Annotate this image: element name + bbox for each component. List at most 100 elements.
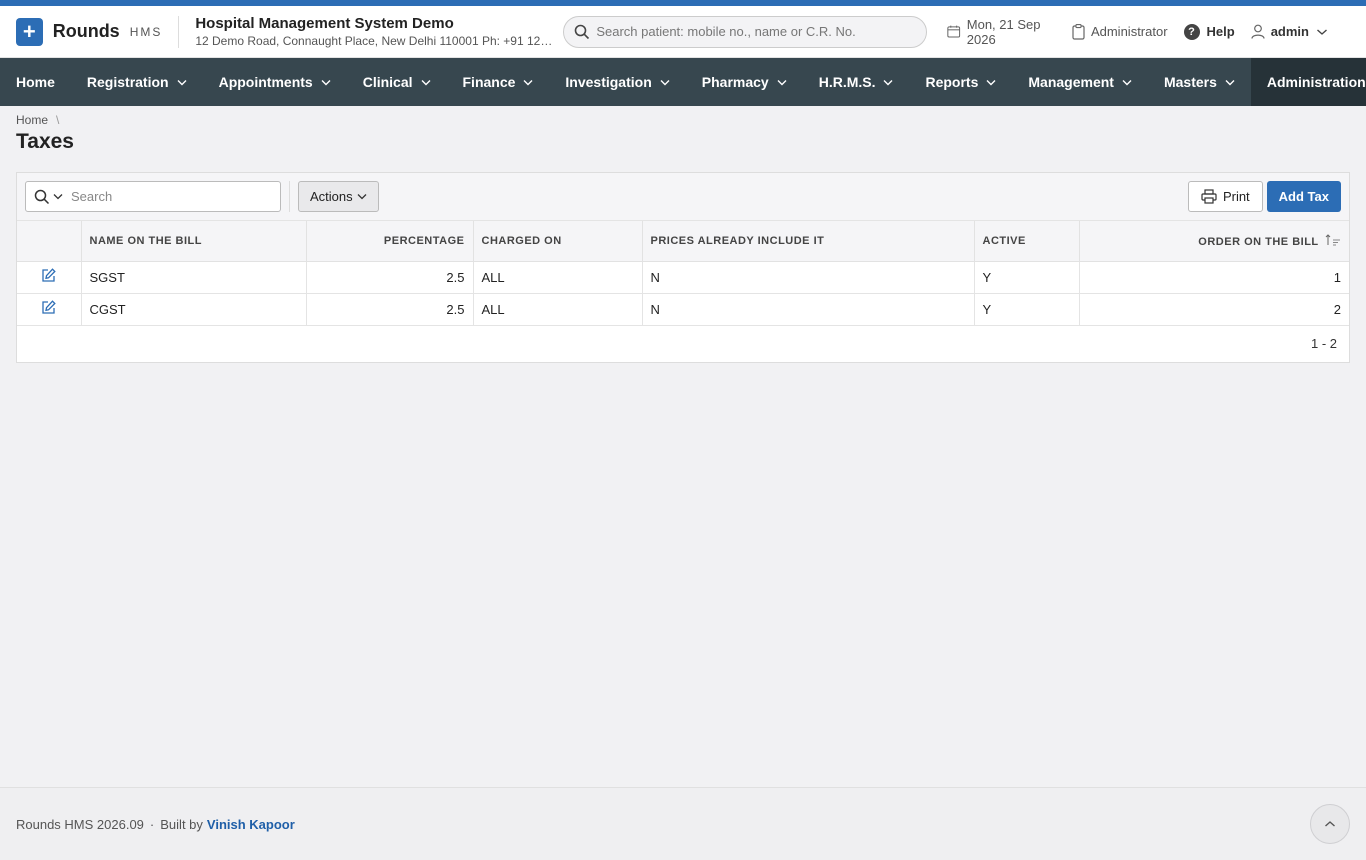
chevron-up-icon (1325, 821, 1335, 827)
table-row: SGST 2.5 ALL N Y 1 (17, 261, 1349, 294)
breadcrumb-home[interactable]: Home (16, 113, 48, 127)
nav-clinical-label: Clinical (362, 74, 413, 90)
cell-charged-on: ALL (473, 293, 643, 326)
toolbar-divider (289, 181, 290, 212)
hospital-info: Hospital Management System Demo 12 Demo … (195, 15, 555, 48)
nav-management[interactable]: Management (1012, 58, 1148, 106)
chevron-down-icon (1122, 79, 1132, 85)
nav-investigation-label: Investigation (565, 74, 652, 90)
chevron-down-icon (1225, 79, 1235, 85)
chevron-down-icon (1317, 28, 1327, 35)
edit-cell (17, 261, 82, 294)
nav-hrms[interactable]: H.R.M.S. (803, 58, 910, 106)
header-right: Mon, 21 Sep 2026 Administrator ? Help ad… (947, 17, 1350, 47)
nav-hrms-label: H.R.M.S. (818, 74, 876, 90)
table-search[interactable] (25, 181, 281, 212)
nav-registration[interactable]: Registration (71, 58, 203, 106)
chevron-down-icon (177, 79, 187, 85)
col-percentage[interactable]: PERCENTAGE (306, 221, 474, 262)
search-icon[interactable] (34, 189, 50, 205)
actions-label: Actions (310, 189, 353, 204)
app-header: + Rounds HMS Hospital Management System … (0, 6, 1366, 58)
header-date: Mon, 21 Sep 2026 (947, 17, 1056, 47)
nav-finance-label: Finance (462, 74, 516, 90)
chevron-down-icon (986, 79, 996, 85)
chevron-down-icon (321, 79, 331, 85)
table-row: CGST 2.5 ALL N Y 2 (17, 293, 1349, 326)
nav-administration[interactable]: Administration (1250, 58, 1366, 106)
logo-plus-icon[interactable]: + (16, 17, 43, 46)
breadcrumb-separator: \ (56, 113, 60, 127)
date-text: Mon, 21 Sep 2026 (966, 16, 1041, 47)
col-prices-include[interactable]: PRICES ALREADY INCLUDE IT (642, 221, 975, 262)
nav-home[interactable]: Home (0, 58, 71, 106)
page-title: Taxes (16, 130, 74, 153)
cell-active: Y (974, 261, 1080, 294)
site-footer: Rounds HMS 2026.09 · Built by Vinish Kap… (0, 787, 1366, 860)
col-name[interactable]: NAME ON THE BILL (81, 221, 307, 262)
print-label: Print (1222, 189, 1250, 204)
header-role[interactable]: Administrator (1072, 23, 1168, 40)
scroll-to-top-button[interactable] (1310, 804, 1350, 844)
chevron-down-icon[interactable] (53, 193, 63, 200)
table-toolbar: Actions Print Add Tax (17, 173, 1349, 221)
hospital-address: 12 Demo Road, Connaught Place, New Delhi… (195, 34, 556, 48)
nav-administration-label: Administration (1266, 74, 1366, 90)
help-link[interactable]: ? Help (1183, 23, 1235, 40)
patient-search-input[interactable] (596, 24, 917, 39)
print-button[interactable]: Print (1187, 181, 1263, 212)
printer-icon (1201, 189, 1217, 204)
cell-prices-include: N (642, 293, 975, 326)
header-divider (178, 15, 180, 48)
footer-author-link[interactable]: Vinish Kapoor (207, 817, 295, 832)
cell-charged-on: ALL (473, 261, 643, 294)
col-charged-on[interactable]: CHARGED ON (473, 221, 643, 262)
footer-built-by: Built by (160, 816, 203, 832)
nav-registration-label: Registration (86, 74, 169, 90)
taxes-table: NAME ON THE BILL PERCENTAGE CHARGED ON P… (17, 221, 1349, 326)
edit-icon[interactable] (41, 268, 56, 283)
nav-finance[interactable]: Finance (447, 58, 550, 106)
calendar-icon (947, 25, 961, 38)
cell-order: 1 (1079, 261, 1349, 294)
help-text: Help (1206, 24, 1235, 39)
user-menu[interactable]: admin (1251, 24, 1334, 39)
col-edit (17, 221, 82, 262)
table-search-input[interactable] (71, 189, 271, 204)
chevron-down-icon (523, 79, 533, 85)
nav-home-label: Home (16, 74, 55, 90)
edit-icon[interactable] (41, 300, 56, 315)
nav-clinical[interactable]: Clinical (347, 58, 447, 106)
brand-name[interactable]: Rounds (53, 21, 120, 42)
cell-percentage: 2.5 (306, 293, 474, 326)
nav-pharmacy[interactable]: Pharmacy (686, 58, 803, 106)
nav-appointments[interactable]: Appointments (203, 58, 347, 106)
footer-dot: · (149, 816, 155, 832)
hospital-name: Hospital Management System Demo (195, 15, 454, 32)
edit-cell (17, 293, 82, 326)
col-order[interactable]: ORDER ON THE BILL (1079, 221, 1349, 262)
actions-button[interactable]: Actions (298, 181, 379, 212)
cell-active: Y (974, 293, 1080, 326)
col-active[interactable]: ACTIVE (974, 221, 1080, 262)
cell-prices-include: N (642, 261, 975, 294)
add-tax-button[interactable]: Add Tax (1266, 181, 1341, 212)
cell-percentage: 2.5 (306, 261, 474, 294)
sort-ascending-icon[interactable] (1325, 234, 1341, 246)
patient-search[interactable] (563, 15, 928, 48)
nav-investigation[interactable]: Investigation (549, 58, 685, 106)
main-content: Home \ Taxes Actions (0, 113, 1366, 363)
nav-management-label: Management (1028, 74, 1114, 90)
col-order-label: ORDER ON THE BILL (1198, 235, 1319, 248)
brand-subtitle: HMS (129, 24, 163, 39)
nav-masters[interactable]: Masters (1148, 58, 1251, 106)
nav-reports[interactable]: Reports (909, 58, 1012, 106)
search-icon (575, 24, 590, 39)
breadcrumb: Home \ (16, 113, 1350, 127)
user-icon (1251, 24, 1265, 39)
nav-appointments-label: Appointments (218, 74, 313, 90)
help-icon: ? (1183, 23, 1200, 40)
cell-name: CGST (81, 293, 307, 326)
chevron-down-icon (660, 79, 670, 85)
nav-pharmacy-label: Pharmacy (701, 74, 769, 90)
